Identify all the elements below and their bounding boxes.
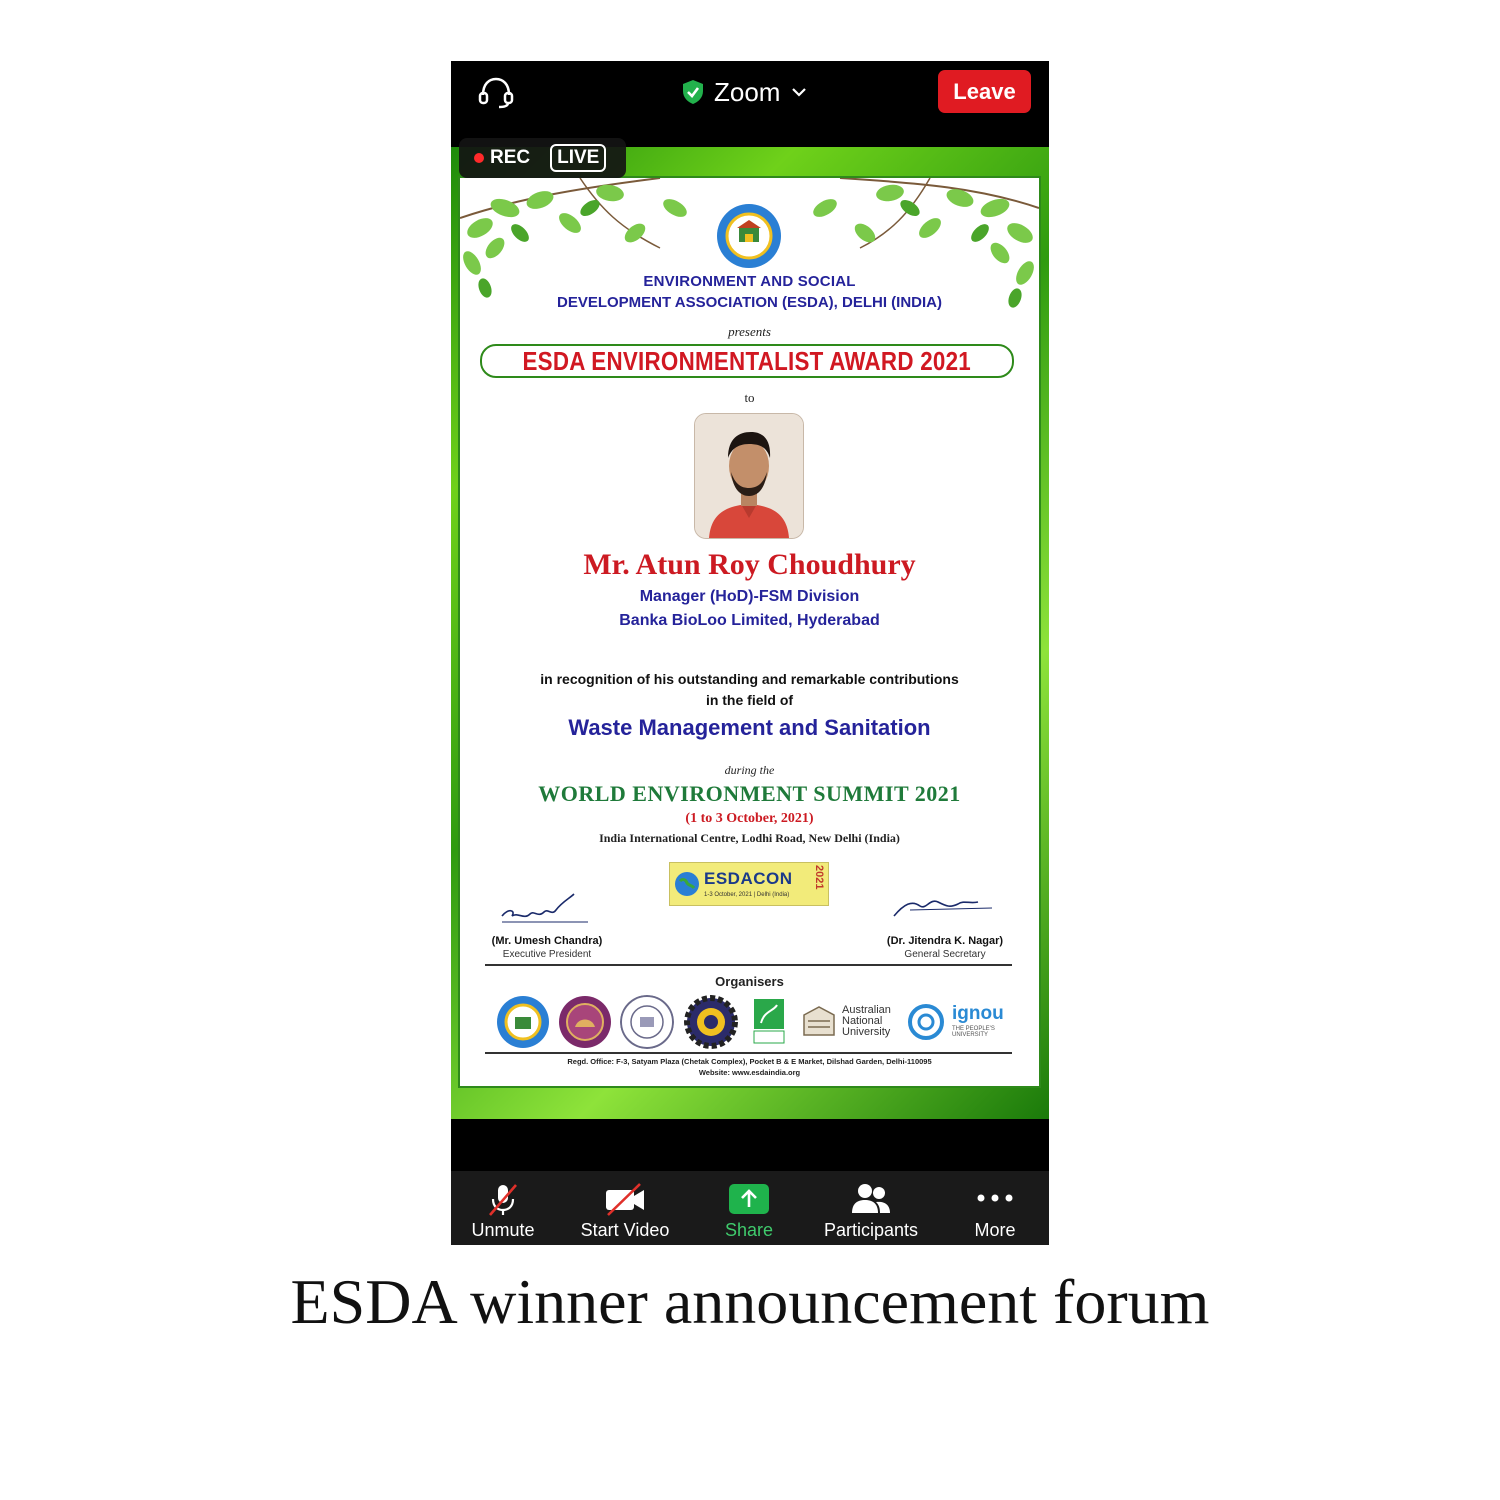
share-button[interactable]: Share — [689, 1171, 809, 1245]
summit-venue: India International Centre, Lodhi Road, … — [599, 831, 900, 845]
signatory-left-name: (Mr. Umesh Chandra) — [491, 935, 603, 947]
meeting-top-bar: Zoom Leave — [451, 61, 1049, 123]
anu-logo-text: Australian National University — [842, 1004, 891, 1038]
recipient-company: Banka BioLoo Limited, Hyderabad — [619, 612, 880, 629]
award-field: Waste Management and Sanitation — [568, 715, 931, 740]
video-camera-off-icon — [606, 1183, 644, 1216]
recipient-name: Mr. Atun Roy Choudhury — [583, 548, 916, 581]
start-video-button[interactable]: Start Video — [565, 1171, 685, 1245]
unmute-button[interactable]: Unmute — [451, 1171, 563, 1245]
recognition-line1: in recognition of his outstanding and re… — [540, 671, 959, 687]
institute-seal-logo-icon — [620, 995, 674, 1049]
participants-button[interactable]: Participants — [811, 1171, 931, 1245]
to-label: to — [744, 390, 755, 405]
recipient-photo — [694, 413, 804, 539]
participants-label: Participants — [823, 1220, 919, 1240]
esda-organiser-logo-icon — [497, 996, 549, 1048]
divider — [485, 1052, 1012, 1054]
award-certificate: ENVIRONMENT AND SOCIAL DEVELOPMENT ASSOC… — [458, 176, 1041, 1088]
organisation-name-line2: DEVELOPMENT ASSOCIATION (ESDA), DELHI (I… — [556, 294, 942, 311]
recipient-role: Manager (HoD)-FSM Division — [639, 588, 860, 605]
globe-icon — [675, 872, 699, 896]
organiser-logos: Australian National University ignou THE… — [490, 993, 1010, 1049]
more-button[interactable]: More — [935, 1171, 1049, 1245]
divider — [485, 964, 1012, 966]
recording-indicator: REC LIVE — [459, 138, 626, 178]
anu-crest-icon — [803, 1006, 835, 1036]
more-dots-icon — [977, 1194, 1013, 1202]
start-video-label: Start Video — [580, 1220, 670, 1240]
neeri-logo-icon — [753, 999, 785, 1044]
recognition-line2: in the field of — [705, 692, 794, 708]
during-label: during the — [724, 763, 775, 777]
university-seal-logo-icon — [559, 996, 611, 1048]
rec-label: REC — [490, 147, 531, 168]
shield-check-icon — [683, 80, 703, 104]
esdacon-logo-year: 2021 — [813, 865, 825, 890]
ignou-logo-text: ignou — [952, 1003, 1004, 1024]
headset-icon[interactable] — [477, 75, 515, 109]
award-title: ESDA ENVIRONMENTALIST AWARD 2021 — [522, 345, 972, 376]
more-label: More — [974, 1220, 1016, 1240]
signature-left-icon — [501, 893, 588, 923]
esdacon-logo-text: ESDACON — [704, 869, 793, 888]
chevron-down-icon — [792, 88, 807, 97]
registered-office: Regd. Office: F-3, Satyam Plaza (Chetak … — [567, 1057, 932, 1066]
award-title-box: ESDA ENVIRONMENTALIST AWARD 2021 — [480, 344, 1014, 378]
share-label: Share — [724, 1220, 774, 1240]
record-dot-icon — [474, 153, 484, 163]
participants-icon — [852, 1184, 890, 1213]
ignou-logo-subtext: THE PEOPLE'S UNIVERSITY — [952, 1026, 995, 1038]
zoom-meeting-screen: Zoom Leave REC LIVE ENVIRONMENT AND SOCI… — [451, 61, 1049, 1245]
organisers-label: Organisers — [715, 974, 784, 989]
esdacon-logo: ESDACON 1-3 October, 2021 | Delhi (India… — [669, 862, 829, 906]
esda-logo-icon — [717, 204, 781, 268]
summit-dates: (1 to 3 October, 2021) — [685, 811, 814, 826]
figure-caption: ESDA winner announcement forum — [290, 1266, 1210, 1337]
ignou-logo-icon — [908, 1004, 944, 1040]
signatory-left-title: Executive President — [502, 949, 592, 960]
presents-label: presents — [728, 324, 771, 339]
share-arrow-icon — [729, 1184, 769, 1214]
summit-name: WORLD ENVIRONMENT SUMMIT 2021 — [538, 781, 961, 806]
signatory-right-name: (Dr. Jitendra K. Nagar) — [886, 935, 1004, 947]
signature-right-icon — [893, 900, 993, 917]
unmute-label: Unmute — [471, 1220, 535, 1240]
meeting-title[interactable]: Zoom — [681, 74, 807, 110]
meeting-toolbar: Unmute Start Video Share Participants Mo… — [451, 1171, 1049, 1245]
microphone-muted-icon — [489, 1184, 517, 1216]
gear-seal-logo-icon — [684, 995, 738, 1049]
leave-button[interactable]: Leave — [938, 70, 1031, 113]
live-badge: LIVE — [550, 144, 607, 172]
website-url: Website: www.esdaindia.org — [698, 1068, 801, 1077]
meeting-title-label: Zoom — [714, 76, 781, 107]
esdacon-logo-subtext: 1-3 October, 2021 | Delhi (India) — [704, 892, 790, 898]
signatory-right-title: General Secretary — [904, 949, 986, 960]
organisation-name-line1: ENVIRONMENT AND SOCIAL — [643, 273, 856, 290]
